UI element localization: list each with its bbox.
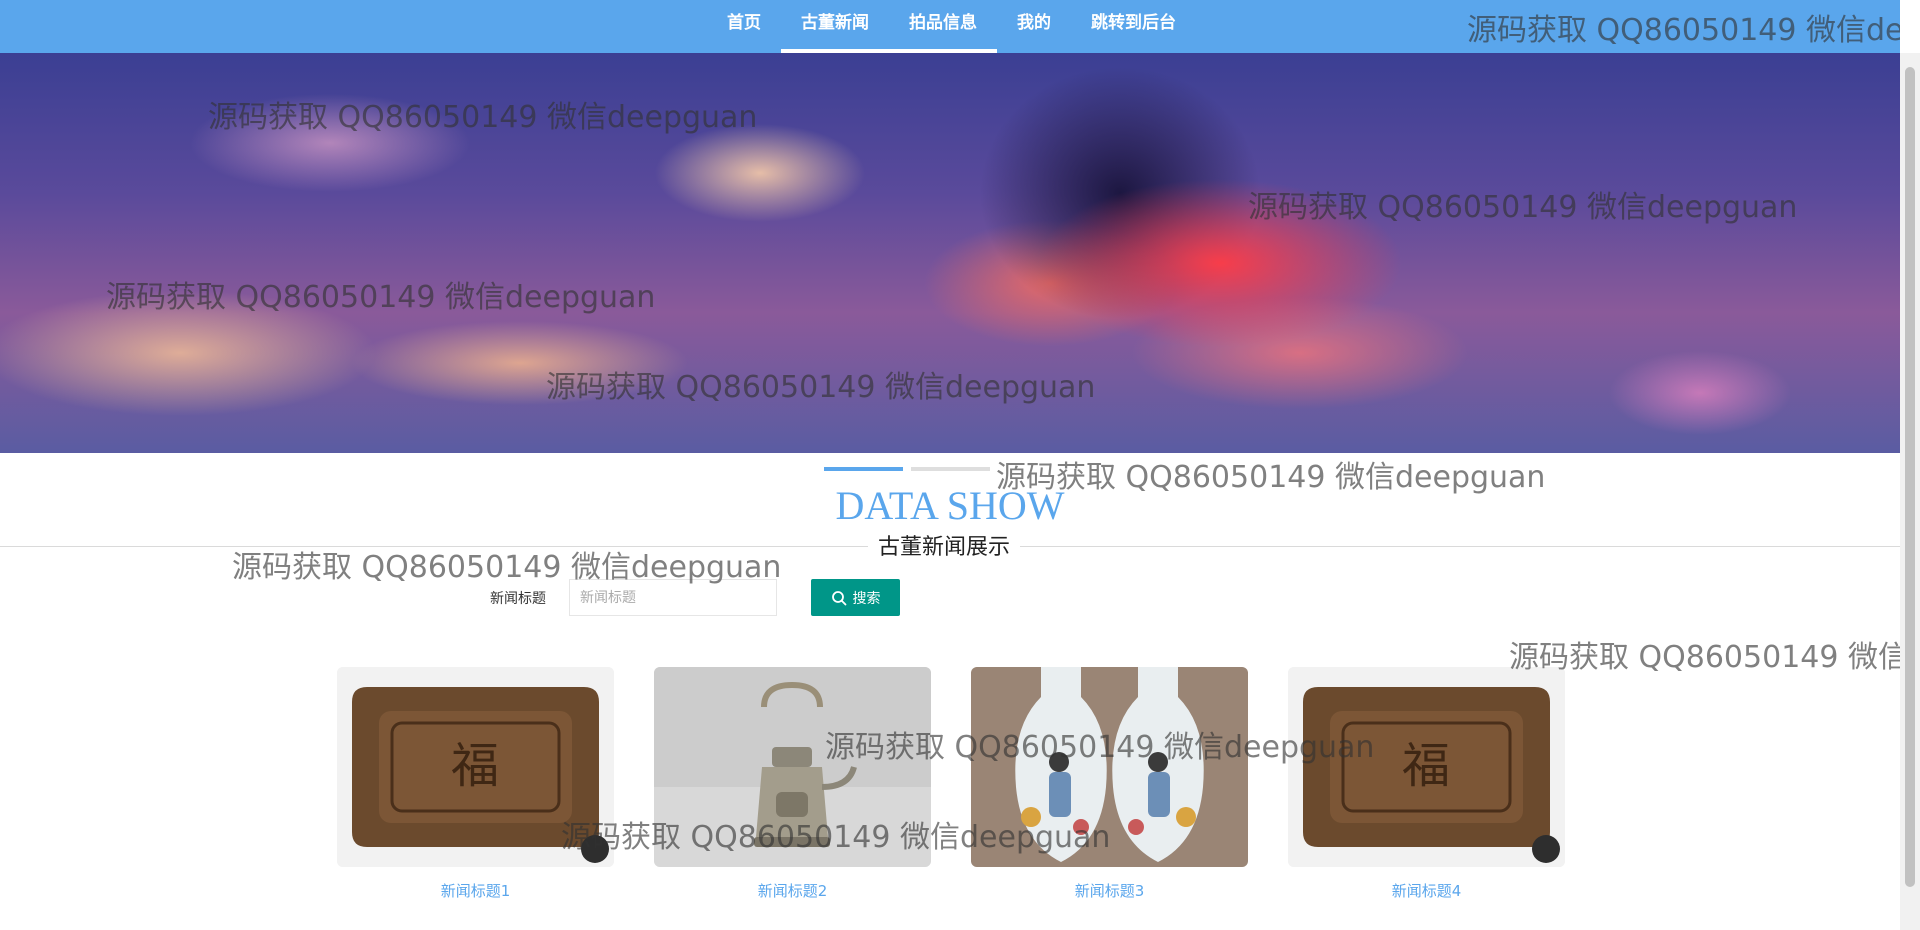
news-card[interactable]: 福 新闻标题4 xyxy=(1288,667,1565,901)
news-card[interactable]: 新闻标题2 xyxy=(654,667,931,901)
nav-item-auction-items[interactable]: 拍品信息 xyxy=(889,0,997,53)
news-card-image-metal-teapot[interactable] xyxy=(654,667,931,867)
news-card-title[interactable]: 新闻标题4 xyxy=(1288,880,1565,901)
nav-item-admin-link[interactable]: 跳转到后台 xyxy=(1071,0,1196,53)
news-card[interactable]: 新闻标题3 xyxy=(971,667,1248,901)
news-card-title[interactable]: 新闻标题1 xyxy=(337,880,614,901)
svg-text:福: 福 xyxy=(1402,740,1450,793)
news-card-title[interactable]: 新闻标题2 xyxy=(654,880,931,901)
search-label: 新闻标题 xyxy=(490,591,546,607)
news-title-search-input[interactable] xyxy=(569,579,777,616)
svg-text:福: 福 xyxy=(451,740,499,793)
news-card-title[interactable]: 新闻标题3 xyxy=(971,880,1248,901)
news-card-list: 福 新闻标题1 新闻标题2 新闻标题3 福 新闻标题4 xyxy=(337,667,1565,901)
news-card-image-porcelain-vases[interactable] xyxy=(971,667,1248,867)
watermark-text: 源码获取 QQ86050149 微信deepguan xyxy=(1509,640,1900,675)
carousel-dot-1[interactable] xyxy=(824,467,903,471)
section-title-en: DATA SHOW xyxy=(835,483,1065,528)
scrollbar-thumb[interactable] xyxy=(1905,67,1915,887)
carousel-dot-2[interactable] xyxy=(911,467,990,471)
nav-item-antique-news[interactable]: 古董新闻 xyxy=(781,0,889,53)
news-card-image-wooden-tray[interactable]: 福 xyxy=(337,667,614,867)
news-card-image-wooden-tray[interactable]: 福 xyxy=(1288,667,1565,867)
nav-menu: 首页 古董新闻 拍品信息 我的 跳转到后台 xyxy=(707,0,1196,53)
page: 首页 古董新闻 拍品信息 我的 跳转到后台 DATA SHOW 古董新闻展示 新… xyxy=(0,0,1900,930)
news-card[interactable]: 福 新闻标题1 xyxy=(337,667,614,901)
hero-banner-image xyxy=(0,53,1900,453)
nav-item-mine[interactable]: 我的 xyxy=(997,0,1071,53)
vertical-scrollbar[interactable] xyxy=(1900,53,1920,930)
search-icon xyxy=(831,590,846,605)
carousel-indicator xyxy=(824,467,990,471)
top-navbar: 首页 古董新闻 拍品信息 我的 跳转到后台 xyxy=(0,0,1900,53)
nav-item-home[interactable]: 首页 xyxy=(707,0,781,53)
section-title-cn: 古董新闻展示 xyxy=(868,532,1021,564)
search-button-label: 搜索 xyxy=(852,590,881,607)
search-button[interactable]: 搜索 xyxy=(811,579,900,616)
